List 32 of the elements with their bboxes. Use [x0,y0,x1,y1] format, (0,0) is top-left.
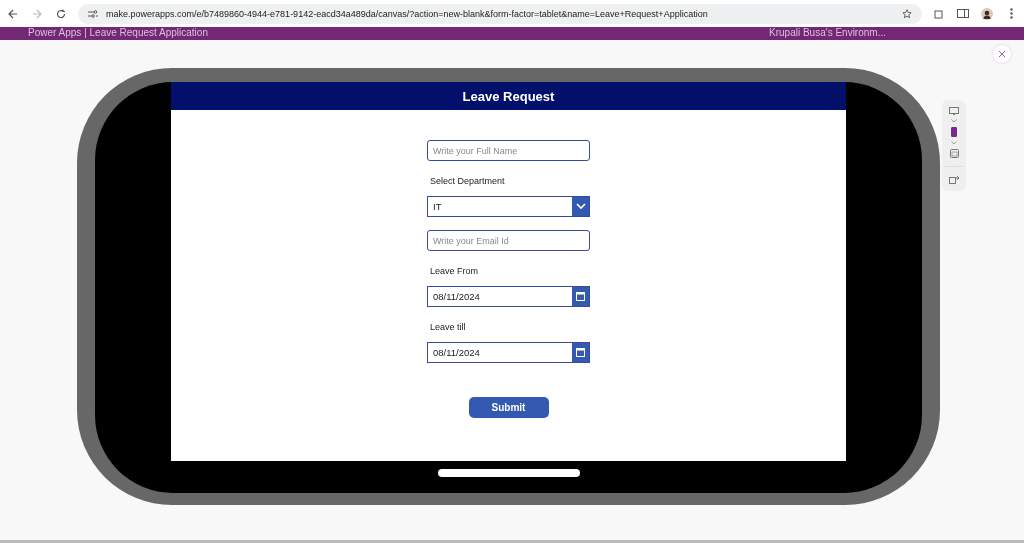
department-dropdown[interactable]: IT [427,196,590,217]
submit-button[interactable]: Submit [468,397,549,418]
export-icon[interactable] [947,174,961,185]
site-settings-icon[interactable] [88,9,98,18]
device-button[interactable] [950,126,958,138]
environment-name[interactable]: Krupali Busa's Environm... [769,27,886,39]
text-field[interactable]: Write your Full Name [427,140,590,161]
close-icon [998,50,1006,58]
chevron-down-icon [951,141,957,145]
device-button[interactable] [948,106,960,116]
phone-icon [951,127,957,137]
side-panel-icon[interactable] [956,6,970,21]
app-header: Leave Request [171,82,846,110]
monitor-icon [949,107,959,115]
date-picker[interactable]: 08/11/2024 [427,342,590,363]
app-title: Power Apps | Leave Request Application [28,27,208,39]
device-button[interactable] [948,148,960,159]
field-label: Select Department [429,176,506,186]
date-picker[interactable]: 08/11/2024 [427,286,590,307]
address-bar[interactable]: make.powerapps.com/e/b7489860-4944-e781-9142-eacd34a489da/canvas/?action=new-blank&form-factor=tablet&name=Leave+Request+Application [78,3,922,24]
calendar-icon [576,348,585,357]
tablet-icon [949,149,959,158]
text-field[interactable]: Write your Email Id [427,230,590,251]
field-label: Leave till [429,322,467,332]
chevron-down-icon [575,203,586,210]
close-button[interactable] [993,45,1011,63]
chevron-down-icon [951,119,957,123]
field-label: Leave From [429,266,480,276]
avatar-icon[interactable] [980,6,994,21]
calendar-icon [576,292,585,301]
url-text: make.powerapps.com/e/b7489860-4944-e781-9142-eacd34a489da/canvas/?action=new-blank&form-factor=tablet&name=Leave+Request+Application [106,8,709,19]
star-icon[interactable] [902,8,912,19]
